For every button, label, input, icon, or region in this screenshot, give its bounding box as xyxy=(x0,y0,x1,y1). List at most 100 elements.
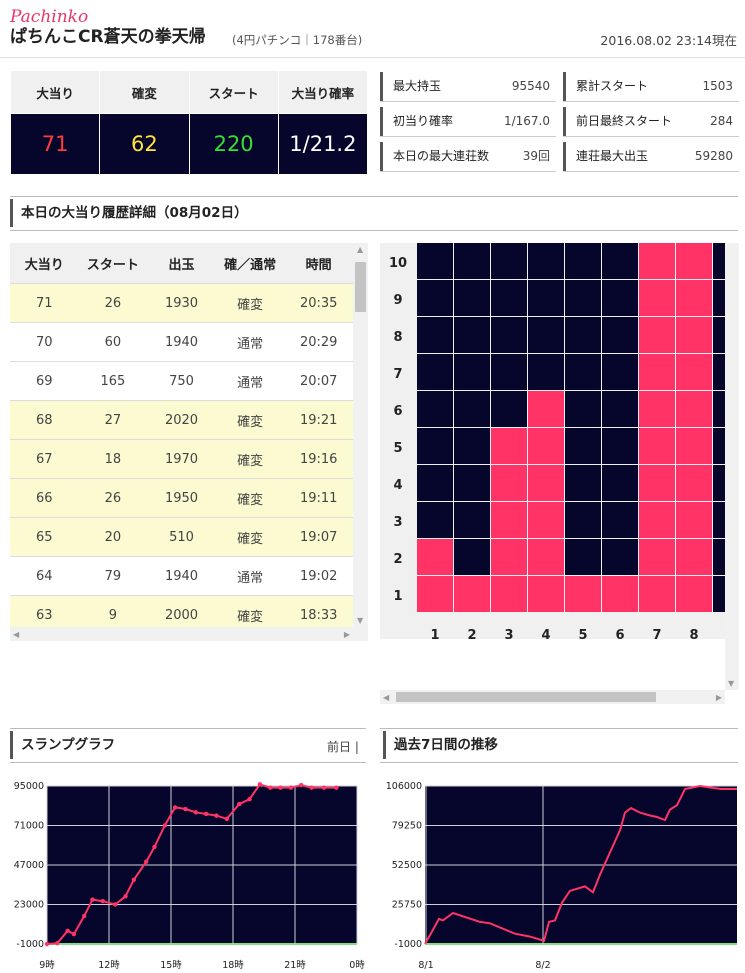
grid-cell xyxy=(602,317,638,353)
summary-value-start: 220 xyxy=(188,113,279,175)
chart-data-point xyxy=(278,785,283,790)
summary-table: 大当り 確変 スタート 大当り確率 71 62 220 1/21.2 xyxy=(9,70,369,175)
chart-data-point xyxy=(183,806,188,812)
history-cell-type: 通常 xyxy=(215,361,285,401)
grid-cell xyxy=(454,354,490,390)
grid-cell xyxy=(491,391,527,427)
history-cell-payout: 1930 xyxy=(147,283,216,323)
grid-cell xyxy=(565,539,601,575)
history-horizontal-scrollbar[interactable]: ◀ ▶ xyxy=(10,627,368,641)
history-row: 66 26 1950 確変 19:11 xyxy=(10,478,353,518)
scroll-up-icon[interactable]: ▲ xyxy=(357,245,363,254)
grid-cell xyxy=(528,391,564,427)
history-scroll-thumb[interactable] xyxy=(355,262,366,312)
history-cell-payout: 1950 xyxy=(147,478,216,518)
chart-x-tick-label: 18時 xyxy=(222,960,244,971)
grid-cell xyxy=(417,539,453,575)
slump-graph: 95000 71000 47000 23000 -1000 9時 12時 15時 18時 21時 0… xyxy=(14,781,366,971)
history-cell-bonus: 68 xyxy=(10,400,79,440)
history-row: 65 20 510 確変 19:07 xyxy=(10,517,353,557)
chart-data-point xyxy=(90,897,95,902)
grid-x-label: 1 xyxy=(430,628,439,639)
grid-cell xyxy=(602,576,638,612)
prev-day-link[interactable]: 前日 | xyxy=(327,738,359,755)
history-cell-start: 165 xyxy=(78,361,148,401)
grid-cell xyxy=(676,539,712,575)
section-divider xyxy=(10,728,366,729)
scroll-left-icon[interactable]: ◀ xyxy=(13,630,19,639)
history-row: 68 27 2020 確変 19:21 xyxy=(10,400,353,440)
history-cell-bonus: 71 xyxy=(10,283,79,323)
chart-data-point xyxy=(193,810,198,815)
grid-cell xyxy=(639,465,675,501)
grid-cell xyxy=(676,354,712,390)
grid-x-label: 3 xyxy=(504,628,513,639)
grid-x-label: 6 xyxy=(615,628,624,639)
chart-data-point xyxy=(44,941,50,947)
section-divider xyxy=(10,230,738,231)
grid-cell xyxy=(676,391,712,427)
grid-vertical-scrollbar[interactable]: ▼ xyxy=(725,243,739,690)
scroll-right-icon[interactable]: ▶ xyxy=(344,630,350,639)
chart-data-point xyxy=(224,816,229,822)
history-row: 71 26 1930 確変 20:35 xyxy=(10,283,353,323)
prev-day-link-label[interactable]: 前日 xyxy=(327,740,351,754)
grid-y-label: 8 xyxy=(393,330,402,345)
stat-prev-day-start: 前日最終スタート 284 xyxy=(563,107,739,137)
grid-cell xyxy=(565,317,601,353)
history-cell-start: 26 xyxy=(78,478,148,518)
grid-cell xyxy=(639,391,675,427)
grid-cell xyxy=(417,354,453,390)
grid-y-label: 5 xyxy=(393,441,402,456)
grid-cell xyxy=(454,391,490,427)
chart-data-point xyxy=(100,899,106,904)
stat-total-start: 累計スタート 1503 xyxy=(563,72,739,102)
history-col-type: 確／通常 xyxy=(215,243,285,284)
chart-y-tick-label: -1000 xyxy=(394,939,422,950)
grid-cell xyxy=(528,280,564,316)
grid-cell xyxy=(528,428,564,464)
grid-cell xyxy=(454,280,490,316)
history-cell-start: 27 xyxy=(78,400,148,440)
chart-data-point xyxy=(309,785,314,790)
chart-data-point xyxy=(321,785,327,790)
scroll-left-icon[interactable]: ◀ xyxy=(383,693,389,702)
chart-y-tick-label: 71000 xyxy=(14,821,44,832)
scroll-down-icon[interactable]: ▼ xyxy=(728,679,734,688)
chart-x-tick-label: 15時 xyxy=(160,960,182,971)
grid-cell xyxy=(491,243,527,279)
grid-cell xyxy=(639,576,675,612)
stat-value: 1503 xyxy=(702,79,733,93)
history-cell-type: 通常 xyxy=(215,556,285,596)
stat-streak-max-payout: 連荘最大出玉 59280 xyxy=(563,142,739,172)
grid-cell xyxy=(417,243,453,279)
chart-data-point xyxy=(144,859,149,864)
grid-cell xyxy=(565,576,601,612)
grid-cell xyxy=(491,317,527,353)
section-divider xyxy=(10,762,366,763)
history-row: 67 18 1970 確変 19:16 xyxy=(10,439,353,479)
history-cell-payout: 2000 xyxy=(147,595,216,627)
grid-y-label: 9 xyxy=(393,293,402,308)
grid-cell xyxy=(417,280,453,316)
chart-y-tick-label: -1000 xyxy=(16,939,44,950)
history-cell-bonus: 67 xyxy=(10,439,79,479)
chart-x-tick-label: 8/1 xyxy=(418,960,433,971)
grid-cell xyxy=(565,428,601,464)
chart-data-point xyxy=(55,940,60,946)
grid-cell xyxy=(602,391,638,427)
header-divider xyxy=(0,57,745,58)
chart-y-tick-label: 79250 xyxy=(392,821,422,832)
history-cell-type: 確変 xyxy=(215,400,285,440)
history-cell-start: 9 xyxy=(78,595,148,627)
grid-scroll-thumb[interactable] xyxy=(396,692,656,702)
scroll-down-icon[interactable]: ▼ xyxy=(357,616,363,625)
chart-x-tick-label: 21時 xyxy=(284,960,306,971)
grid-cell xyxy=(491,576,527,612)
scroll-right-icon[interactable]: ▶ xyxy=(716,693,722,702)
grid-cell xyxy=(528,502,564,538)
history-cell-type: 通常 xyxy=(215,322,285,362)
chart-x-tick-label: 12時 xyxy=(98,960,120,971)
history-row: 63 9 2000 確変 18:33 xyxy=(10,595,353,627)
grid-cell xyxy=(639,428,675,464)
